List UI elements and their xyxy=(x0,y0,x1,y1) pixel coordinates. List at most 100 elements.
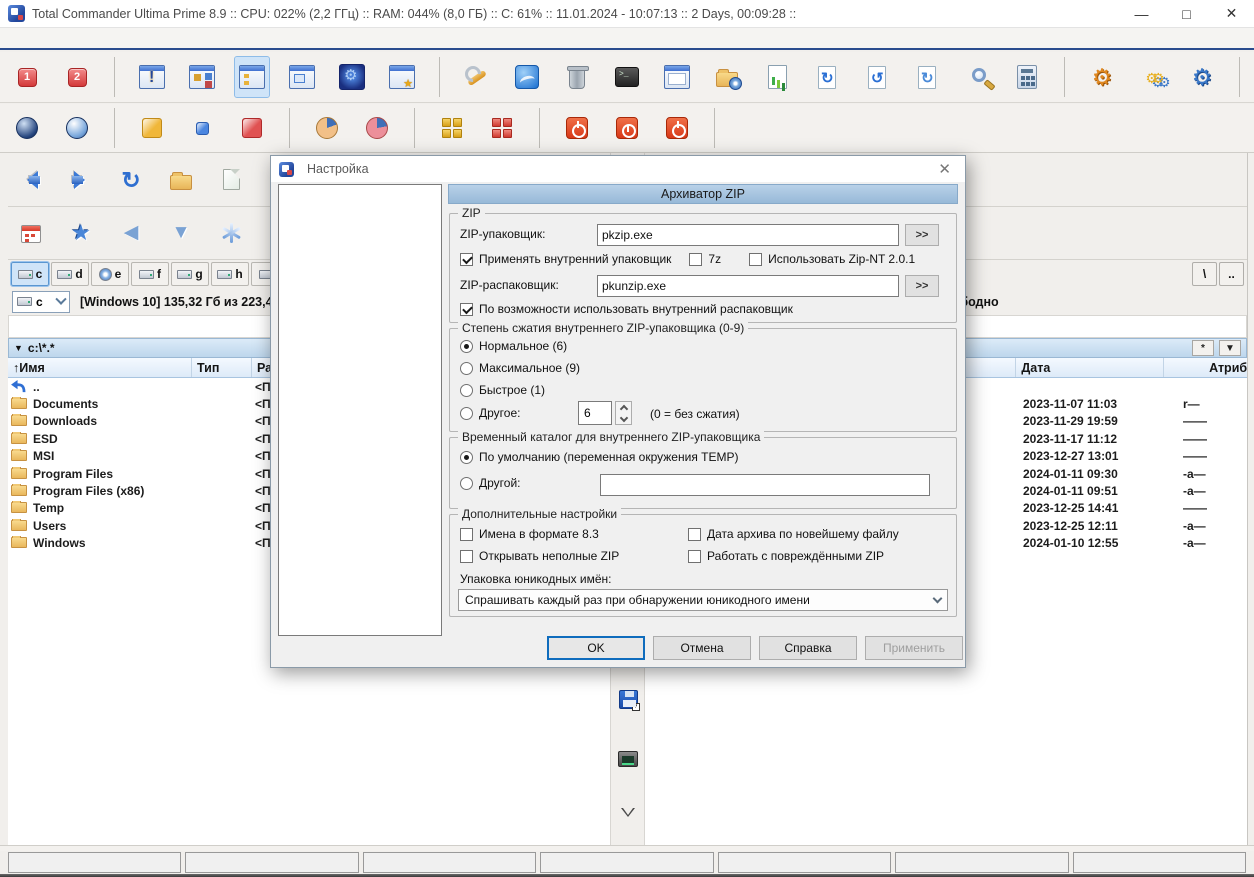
pie-orange-button[interactable] xyxy=(310,108,344,148)
snowflake-button[interactable] xyxy=(214,213,248,253)
temp-other-input[interactable] xyxy=(600,474,930,496)
back-button[interactable] xyxy=(14,160,48,200)
column-header-date[interactable]: Дата xyxy=(1016,358,1164,377)
help-button[interactable]: Справка xyxy=(759,636,857,660)
menu-item[interactable] xyxy=(226,36,244,40)
system-monitor-button[interactable] xyxy=(617,748,639,770)
close-button[interactable]: ✕ xyxy=(1209,0,1254,27)
column-header-name[interactable]: ↑Имя xyxy=(8,358,192,377)
doc-sync-3-button[interactable] xyxy=(910,57,944,97)
gear-duo-button[interactable] xyxy=(1135,57,1169,97)
drive-button[interactable]: h xyxy=(211,262,249,286)
favorites-button[interactable] xyxy=(64,213,98,253)
doc-sync-2-button[interactable] xyxy=(860,57,894,97)
temp-other-radio[interactable] xyxy=(460,477,473,490)
use-internal-packer-checkbox[interactable] xyxy=(460,253,473,266)
menu-item[interactable] xyxy=(64,36,82,40)
drive-button[interactable]: g xyxy=(171,262,209,286)
pie-red-button[interactable] xyxy=(360,108,394,148)
menu-item[interactable] xyxy=(244,36,262,40)
menu-item[interactable] xyxy=(136,36,154,40)
parent-dir-button[interactable]: .. xyxy=(1219,262,1244,286)
cube-yellow-button[interactable] xyxy=(135,108,169,148)
folder-button[interactable] xyxy=(164,160,198,200)
drive-button[interactable]: f xyxy=(131,262,169,286)
menu-item[interactable] xyxy=(190,36,208,40)
root-dir-button[interactable]: \ xyxy=(1192,262,1217,286)
forward-button[interactable] xyxy=(64,160,98,200)
cube-blue-button[interactable] xyxy=(185,108,219,148)
temp-default-radio[interactable] xyxy=(460,451,473,464)
power-standby-button[interactable] xyxy=(610,108,644,148)
menu-item[interactable] xyxy=(262,36,280,40)
archive-date-checkbox[interactable] xyxy=(688,528,701,541)
user-2-badge-button[interactable]: 2 xyxy=(60,57,94,97)
new-file-button[interactable] xyxy=(214,160,248,200)
blue-gear-box-button[interactable] xyxy=(335,57,369,97)
unpack-tree-window-button[interactable] xyxy=(185,57,219,97)
names-83-checkbox[interactable] xyxy=(460,528,473,541)
menu-item[interactable] xyxy=(46,36,64,40)
compression-level-spinner[interactable]: 6 xyxy=(578,401,632,425)
function-key-button[interactable] xyxy=(895,852,1068,873)
zip-packer-input[interactable] xyxy=(597,224,899,246)
dialog-close-button[interactable]: ✕ xyxy=(932,160,957,178)
search-button[interactable] xyxy=(960,57,994,97)
favorites-window-button[interactable] xyxy=(385,57,419,97)
gear-blue-button[interactable] xyxy=(1185,57,1219,97)
drive-button[interactable]: d xyxy=(51,262,89,286)
report-chart-button[interactable] xyxy=(760,57,794,97)
menu-item[interactable] xyxy=(208,36,226,40)
minimize-button[interactable]: — xyxy=(1119,0,1164,27)
function-key-button[interactable] xyxy=(718,852,891,873)
zip-unpacker-browse-button[interactable]: >> xyxy=(905,275,939,297)
sphere-dark-button[interactable] xyxy=(10,108,44,148)
drive-select[interactable]: c xyxy=(12,291,70,313)
menu-item[interactable] xyxy=(1226,36,1244,40)
function-key-button[interactable] xyxy=(8,852,181,873)
column-header-type[interactable]: Тип xyxy=(192,358,252,377)
zip-packer-browse-button[interactable]: >> xyxy=(905,224,939,246)
function-key-button[interactable] xyxy=(185,852,358,873)
damaged-zip-checkbox[interactable] xyxy=(688,550,701,563)
function-key-button[interactable] xyxy=(540,852,713,873)
refresh-button[interactable] xyxy=(114,160,148,200)
cancel-button[interactable]: Отмена xyxy=(653,636,751,660)
panel-window-button[interactable] xyxy=(285,57,319,97)
zip-unpacker-input[interactable] xyxy=(597,275,899,297)
menu-item[interactable] xyxy=(82,36,100,40)
grid-red-button[interactable] xyxy=(485,108,519,148)
grid-yellow-button[interactable] xyxy=(435,108,469,148)
zipnt-checkbox[interactable] xyxy=(749,253,762,266)
spinner-arrows[interactable] xyxy=(615,401,632,425)
white-window-button[interactable] xyxy=(660,57,694,97)
settings-list-window-button[interactable] xyxy=(235,57,269,97)
maximize-button[interactable]: □ xyxy=(1164,0,1209,27)
menu-item[interactable] xyxy=(118,36,136,40)
calculator-button[interactable] xyxy=(1010,57,1044,97)
doc-sync-1-button[interactable] xyxy=(810,57,844,97)
history-button[interactable]: ▼ xyxy=(1219,340,1241,356)
compression-level-value[interactable]: 6 xyxy=(578,401,612,425)
compression-normal-radio[interactable] xyxy=(460,340,473,353)
compression-other-radio[interactable] xyxy=(460,407,473,420)
column-header-attrs[interactable]: Атрибуты xyxy=(1164,358,1247,377)
collapse-button[interactable] xyxy=(617,805,639,827)
wrench-button[interactable] xyxy=(460,57,494,97)
previous-button[interactable] xyxy=(114,213,148,253)
open-partial-zip-checkbox[interactable] xyxy=(460,550,473,563)
expand-button[interactable] xyxy=(164,213,198,253)
use-internal-unpacker-checkbox[interactable] xyxy=(460,303,473,316)
gear-orange-button[interactable] xyxy=(1085,57,1119,97)
power-button-2[interactable] xyxy=(660,108,694,148)
sphere-light-button[interactable] xyxy=(60,108,94,148)
attention-window-button[interactable] xyxy=(135,57,169,97)
function-key-button[interactable] xyxy=(1073,852,1246,873)
drive-button[interactable]: c xyxy=(11,262,49,286)
sevenz-checkbox[interactable] xyxy=(689,253,702,266)
save-button[interactable]: ▾ xyxy=(617,688,639,710)
menu-item[interactable] xyxy=(154,36,172,40)
function-key-button[interactable] xyxy=(363,852,536,873)
trash-button[interactable] xyxy=(560,57,594,97)
cube-red-button[interactable] xyxy=(235,108,269,148)
